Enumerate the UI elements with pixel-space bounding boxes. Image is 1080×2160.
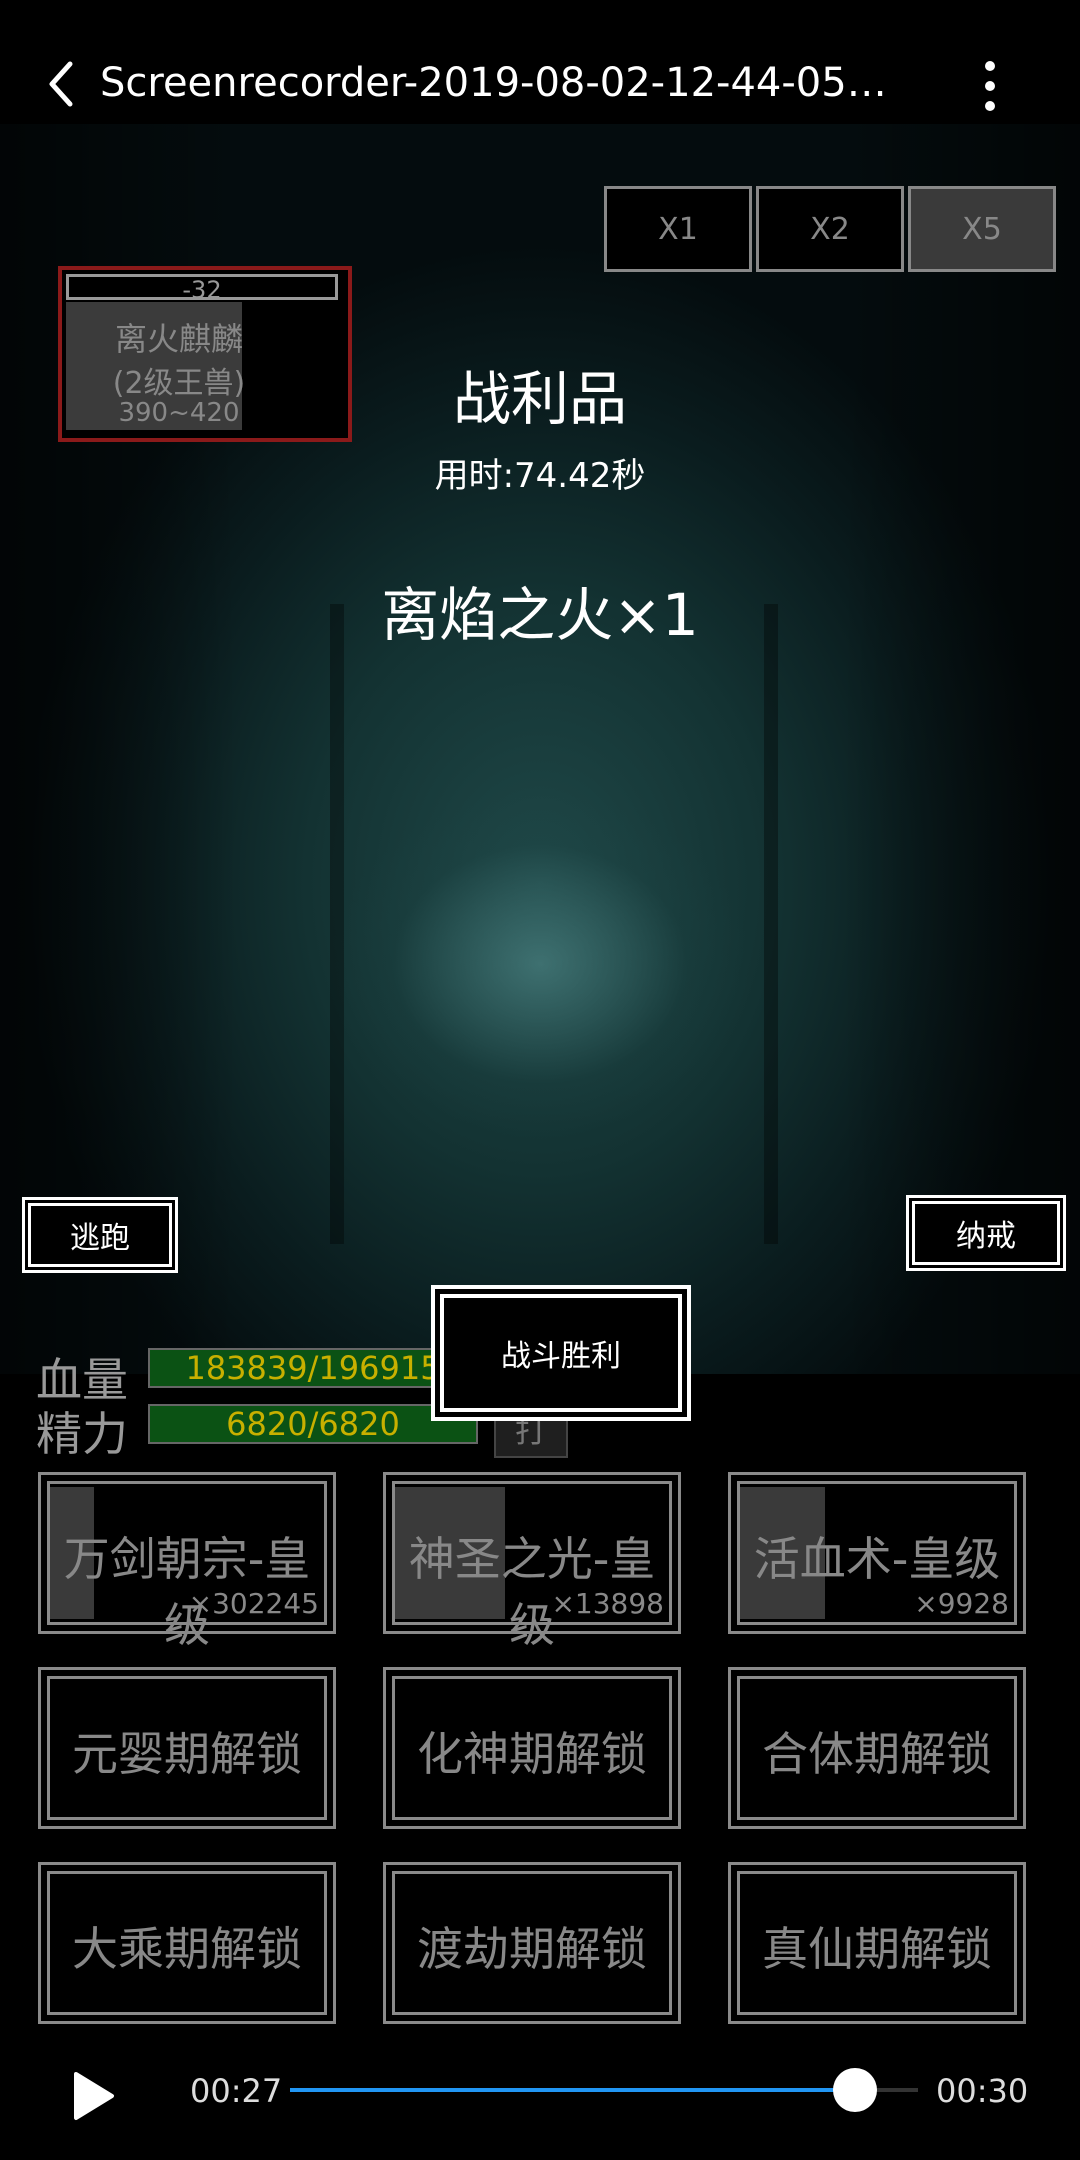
speed-selector: X1 X2 X5 <box>604 186 1056 272</box>
loot-title: 战利品 <box>452 365 627 433</box>
current-time: 00:27 <box>190 2072 283 2110</box>
monster-hp-delta: -32 <box>66 274 338 303</box>
skill-count: ×9928 <box>914 1587 1009 1620</box>
unlock-button-yuanying[interactable]: 元婴期解锁 <box>38 1667 336 1829</box>
unlock-label: 合体期解锁 <box>762 1727 992 1781</box>
hp-bar: 183839/196915 <box>148 1348 478 1388</box>
unlock-label: 化神期解锁 <box>417 1727 647 1781</box>
skill-button-3[interactable]: 活血术-皇级 ×9928 <box>728 1472 1026 1634</box>
skill-count: ×302245 <box>188 1587 319 1620</box>
seek-bar-thumb[interactable] <box>833 2068 878 2112</box>
unlock-label: 真仙期解锁 <box>762 1922 992 1976</box>
play-icon[interactable] <box>70 2070 116 2122</box>
loot-item: 离焰之火×1 <box>381 581 699 649</box>
top-app-bar: Screenrecorder-2019-08-02-12-44-05-90... <box>0 0 1080 124</box>
energy-label: 精力 <box>36 1407 128 1461</box>
hp-value: 183839/196915 <box>185 1349 441 1387</box>
speed-x5-button[interactable]: X5 <box>908 186 1056 272</box>
unlock-button-heti[interactable]: 合体期解锁 <box>728 1667 1026 1829</box>
speed-x1-button[interactable]: X1 <box>604 186 752 272</box>
speed-x2-button[interactable]: X2 <box>756 186 904 272</box>
back-icon[interactable] <box>40 56 84 112</box>
seek-bar[interactable] <box>290 2068 918 2112</box>
battle-victory-button[interactable]: 战斗胜利 <box>440 1294 682 1412</box>
energy-value: 6820/6820 <box>226 1405 400 1443</box>
video-player-bar <box>0 2054 1080 2160</box>
total-time: 00:30 <box>936 2072 1029 2110</box>
page-title: Screenrecorder-2019-08-02-12-44-05-90... <box>100 60 900 106</box>
unlock-label: 元婴期解锁 <box>72 1727 302 1781</box>
seek-bar-progress <box>290 2088 856 2092</box>
unlock-button-huashen[interactable]: 化神期解锁 <box>383 1667 681 1829</box>
skill-count: ×13898 <box>551 1587 664 1620</box>
unlock-label: 大乘期解锁 <box>72 1922 302 1976</box>
unlock-button-dacheng[interactable]: 大乘期解锁 <box>38 1862 336 2024</box>
escape-button[interactable]: 逃跑 <box>25 1200 175 1270</box>
loot-time: 用时:74.42秒 <box>434 456 646 496</box>
skill-button-1[interactable]: 万剑朝宗-皇级 ×302245 <box>38 1472 336 1652</box>
skill-button-2[interactable]: 神圣之光-皇级 ×13898 <box>383 1472 681 1652</box>
more-options-icon[interactable] <box>970 52 1010 120</box>
energy-bar: 6820/6820 <box>148 1404 478 1444</box>
unlock-button-dujie[interactable]: 渡劫期解锁 <box>383 1862 681 2024</box>
ring-button[interactable]: 纳戒 <box>909 1198 1063 1268</box>
skill-name: 活血术-皇级 <box>753 1532 1001 1586</box>
unlock-button-zhenxian[interactable]: 真仙期解锁 <box>728 1862 1026 2024</box>
unlock-label: 渡劫期解锁 <box>417 1922 647 1976</box>
